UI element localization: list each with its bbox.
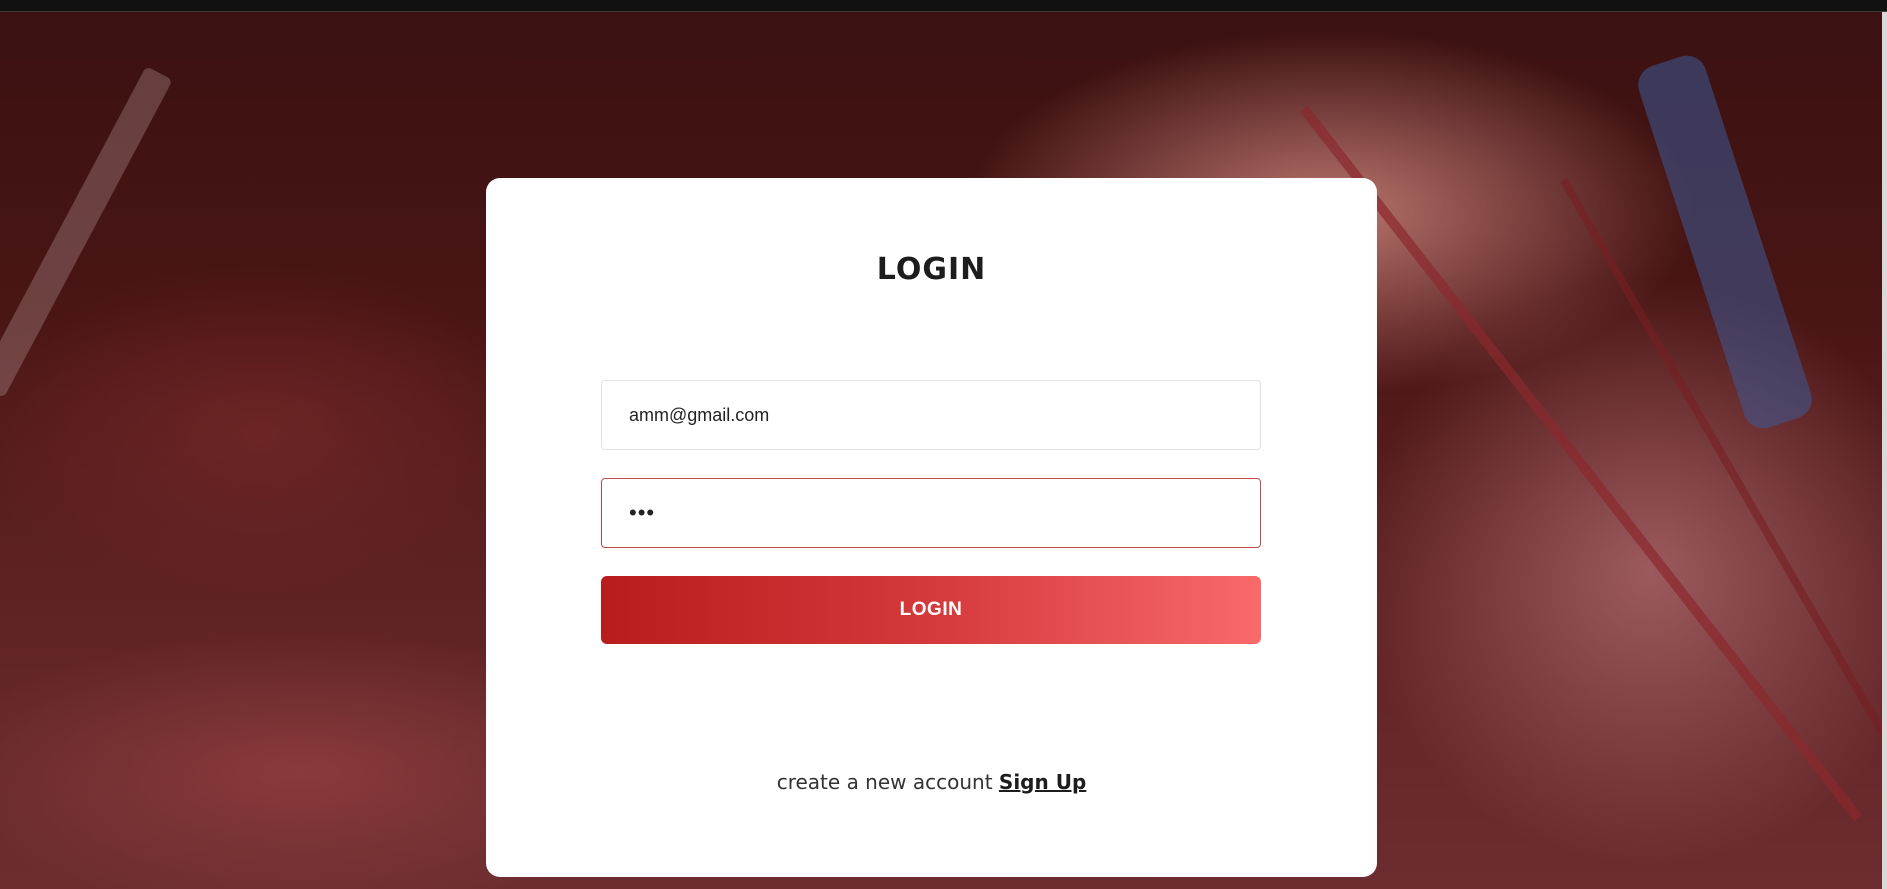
password-input[interactable] [601,478,1261,548]
login-card: LOGIN LOGIN create a new account Sign Up [486,178,1377,877]
signup-link[interactable]: Sign Up [999,770,1086,794]
login-title: LOGIN [876,252,987,287]
scrollbar[interactable] [1882,12,1887,889]
browser-top-bar [0,0,1887,12]
signup-row: create a new account Sign Up [486,770,1377,794]
login-button[interactable]: LOGIN [601,576,1261,644]
background-bed-frame [0,66,173,398]
email-input[interactable] [601,380,1261,450]
signup-prompt: create a new account [776,770,993,794]
background-strap [1632,50,1818,434]
